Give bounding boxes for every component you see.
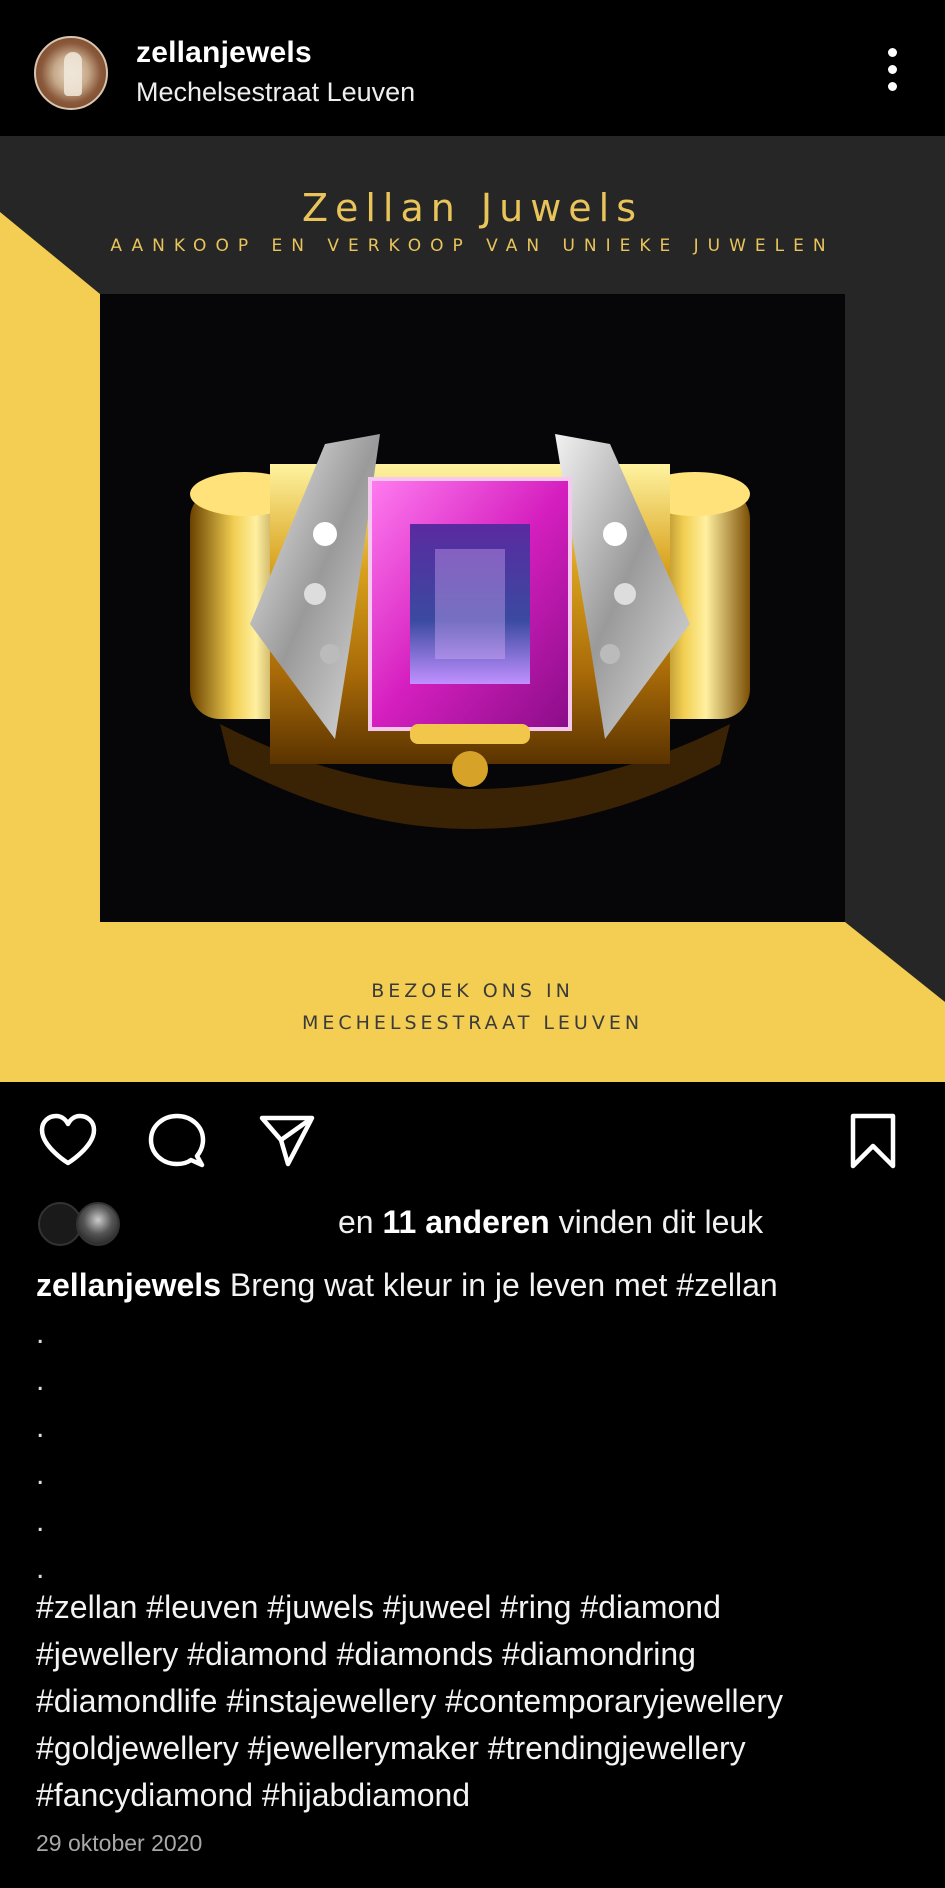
post-date: 29 oktober 2020 [36,1830,203,1856]
hashtag-line[interactable]: #zellan #leuven #juwels #juweel #ring #d… [36,1584,926,1631]
caption-username[interactable]: zellanjewels [36,1267,221,1303]
caption-hashtags: #zellan #leuven #juwels #juweel #ring #d… [36,1584,926,1819]
caption-dot: . [36,1458,45,1491]
hashtag-line[interactable]: #jewellery #diamond #diamonds #diamondri… [36,1631,926,1678]
visit-line-1: BEZOEK ONS IN [371,980,574,1002]
more-vertical-icon[interactable] [880,48,904,100]
hashtag-line[interactable]: #diamondlife #instajewellery #contempora… [36,1678,926,1725]
likes-row[interactable]: en 11 anderen vinden dit leuk [0,1192,945,1254]
ring-illustration [100,294,845,922]
likes-prefix: en [338,1204,383,1240]
heart-icon[interactable] [38,1112,98,1168]
comment-icon[interactable] [148,1112,206,1170]
caption-dot: . [36,1317,45,1350]
likes-count[interactable]: 11 anderen [382,1204,549,1240]
caption-dot: . [36,1411,45,1444]
share-icon[interactable] [258,1112,316,1168]
caption-dots: . . . . . . [36,1310,76,1592]
header-username[interactable]: zellanjewels [136,36,312,70]
likes-text[interactable]: en 11 anderen vinden dit leuk [338,1204,763,1241]
brand-title: Zellan Juwels [301,186,644,230]
post-actions [0,1082,945,1192]
hashtag-line[interactable]: #fancydiamond #hijabdiamond [36,1772,926,1819]
caption-dot: . [36,1364,45,1397]
post-header: zellanjewels Mechelsestraat Leuven [0,0,945,136]
profile-avatar[interactable] [34,36,108,110]
caption: zellanjewels Breng wat kleur in je leven… [36,1262,916,1309]
header-location[interactable]: Mechelsestraat Leuven [136,77,415,108]
caption-text: Breng wat kleur in je leven met #zellan [220,1267,778,1303]
post-image[interactable]: Zellan Juwels AANKOOP EN VERKOOP VAN UNI… [0,136,945,1082]
ring-photo [100,294,845,922]
brand-subtitle: AANKOOP EN VERKOOP VAN UNIEKE JUWELEN [110,236,835,256]
hashtag-line[interactable]: #goldjewellery #jewellerymaker #trending… [36,1725,926,1772]
liker-avatar[interactable] [76,1202,120,1246]
likes-suffix: vinden dit leuk [549,1204,764,1240]
caption-dot: . [36,1505,45,1538]
bookmark-icon[interactable] [848,1112,898,1170]
visit-line-2: MECHELSESTRAAT LEUVEN [301,1012,644,1034]
